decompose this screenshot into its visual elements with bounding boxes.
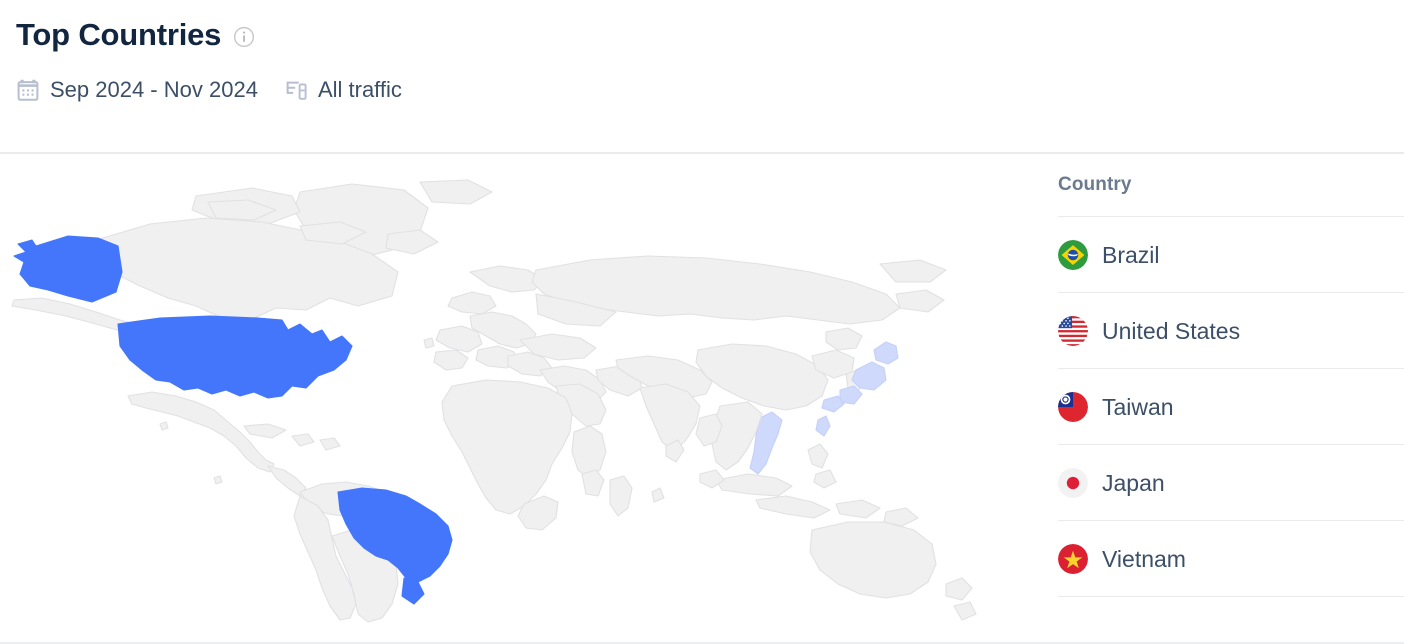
meta-row: Sep 2024 - Nov 2024 All traffic [16, 76, 1404, 104]
world-map-svg [11, 179, 977, 623]
flag-vietnam-icon [1058, 543, 1088, 574]
flag-brazil-icon [1058, 239, 1088, 270]
flag-united-states-icon [1058, 315, 1088, 346]
devices-icon [286, 81, 307, 100]
country-label: Brazil [1102, 241, 1160, 268]
traffic-filter-label: All traffic [317, 77, 402, 102]
world-map[interactable] [0, 154, 1040, 642]
flag-japan-icon [1058, 467, 1088, 498]
country-label: Vietnam [1102, 545, 1186, 572]
country-list: Country Brazil United States Taiwan Japa… [1040, 154, 1404, 642]
list-bottom-divider [1058, 596, 1404, 597]
list-item[interactable]: United States [1058, 292, 1404, 368]
widget-header: Top Countries Sep 2024 - Nov 2024 All tr… [0, 0, 1404, 152]
info-circle-icon[interactable] [233, 26, 255, 48]
country-label: United States [1102, 317, 1241, 344]
country-label: Taiwan [1102, 393, 1174, 420]
country-label: Japan [1102, 469, 1165, 496]
flag-taiwan-icon [1058, 391, 1088, 422]
list-item[interactable]: Taiwan [1058, 368, 1404, 444]
column-header-country: Country [1058, 174, 1132, 195]
title-row: Top Countries [16, 14, 1404, 56]
list-item[interactable]: Brazil [1058, 216, 1404, 292]
list-item[interactable]: Japan [1058, 444, 1404, 520]
date-range-label: Sep 2024 - Nov 2024 [50, 77, 258, 102]
list-item[interactable]: Vietnam [1058, 520, 1404, 596]
traffic-filter[interactable]: All traffic [284, 77, 402, 103]
top-countries-widget: Top Countries Sep 2024 - Nov 2024 All tr… [0, 0, 1404, 644]
widget-body: Country Brazil United States Taiwan Japa… [0, 152, 1404, 644]
date-range-filter[interactable]: Sep 2024 - Nov 2024 [16, 77, 258, 103]
page-title: Top Countries [16, 17, 222, 52]
calendar-icon [17, 79, 39, 101]
